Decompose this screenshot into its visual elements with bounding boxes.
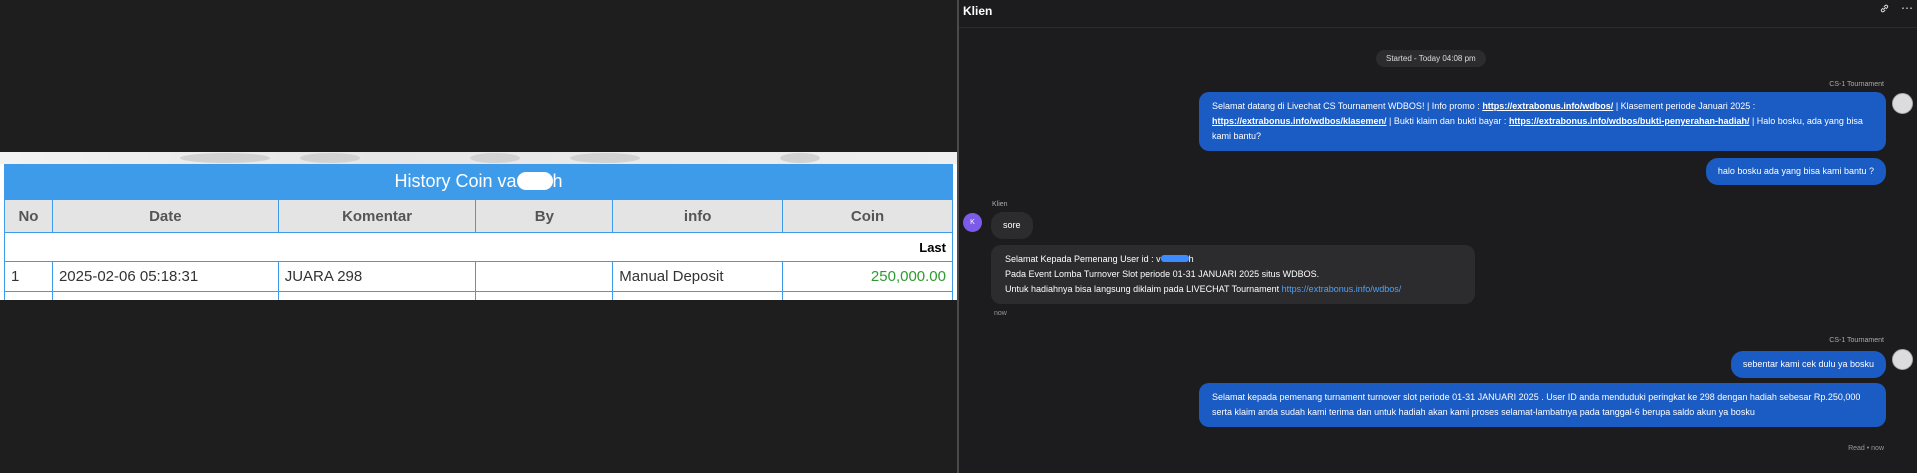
message-text: | Klasement periode Januari 2025 : (1613, 101, 1756, 111)
message-text: Selamat kepada pemenang turnament turnov… (1212, 392, 1861, 417)
chat-title: Klien (963, 4, 993, 18)
subheader-row: Last (4, 232, 953, 262)
message-text: sebentar kami cek dulu ya bosku (1742, 359, 1874, 369)
message-text: Untuk hadiahnya bisa langsung diklaim pa… (1005, 284, 1282, 294)
cell-date: 2025-02-06 05:18:31 (51, 261, 279, 292)
chat-panel: Klien ⋯ Started - Today 04:08 pm CS-1 To… (959, 0, 1917, 473)
map-decoration (570, 153, 640, 163)
cell-info: Manual Deposit (612, 261, 784, 292)
history-title: History Coin va h (4, 164, 953, 199)
session-start-pill: Started - Today 04:08 pm (1376, 50, 1486, 67)
client-name: Klien (992, 201, 1008, 208)
more-icon[interactable]: ⋯ (1901, 1, 1913, 15)
history-coin-panel: History Coin va h No Date Komentar By inf… (0, 152, 957, 300)
column-header-coin[interactable]: Coin (782, 199, 953, 233)
cell-empty (782, 291, 953, 300)
cell-by (475, 261, 614, 292)
livechat-link[interactable]: https://extrabonus.info/wdbos/ (1282, 284, 1402, 294)
chat-message-client: sore (991, 212, 1033, 239)
chat-message-agent: Selamat datang di Livechat CS Tournament… (1199, 92, 1886, 151)
message-text: h (1188, 254, 1194, 264)
map-decoration (470, 153, 520, 163)
chat-message-agent: Selamat kepada pemenang turnament turnov… (1199, 383, 1886, 427)
cell-no: 1 (4, 261, 53, 292)
left-panel: History Coin va h No Date Komentar By inf… (0, 0, 957, 473)
last-label: Last (4, 232, 953, 262)
client-avatar: K (963, 213, 982, 232)
agent-name: CS-1 Tournament (1829, 337, 1884, 344)
column-header-info[interactable]: info (612, 199, 784, 233)
message-text: | Bukti klaim dan bukti bayar : (1386, 116, 1509, 126)
klasemen-link[interactable]: https://extrabonus.info/wdbos/klasemen/ (1212, 116, 1387, 126)
column-header-no[interactable]: No (4, 199, 53, 233)
chat-message-client: Selamat Kepada Pemenang User id : v h Pad… (991, 245, 1475, 304)
redaction-mark (1160, 255, 1189, 262)
bukti-link[interactable]: https://extrabonus.info/wdbos/bukti-peny… (1509, 116, 1750, 126)
redaction-mark (516, 172, 553, 190)
history-table: No Date Komentar By info Coin Last 1 202… (4, 199, 953, 300)
column-header-by[interactable]: By (475, 199, 614, 233)
cell-komentar: JUARA 298 (277, 261, 477, 292)
message-text: sore (1003, 220, 1021, 230)
table-row: 1 2025-02-06 05:18:31 JUARA 298 Manual D… (4, 261, 953, 292)
history-title-tail: h (552, 171, 563, 191)
chat-header: Klien ⋯ (959, 0, 1917, 28)
agent-name: CS-1 Tournament (1829, 81, 1884, 88)
read-status: Read • now (1848, 445, 1884, 452)
map-decoration (180, 153, 270, 163)
agent-avatar (1892, 349, 1913, 370)
message-text: Selamat datang di Livechat CS Tournament… (1212, 101, 1483, 111)
promo-link[interactable]: https://extrabonus.info/wdbos/ (1482, 101, 1613, 111)
cell-empty (475, 291, 614, 300)
cell-empty (277, 291, 477, 300)
message-line: Selamat Kepada Pemenang User id : v h (1005, 252, 1461, 267)
message-line: Pada Event Lomba Turnover Slot periode 0… (1005, 269, 1320, 279)
cell-empty (51, 291, 279, 300)
column-header-komentar[interactable]: Komentar (277, 199, 477, 233)
chat-message-agent: sebentar kami cek dulu ya bosku (1730, 351, 1886, 378)
message-line: Untuk hadiahnya bisa langsung diklaim pa… (1005, 282, 1461, 297)
history-title-text: History Coin va (394, 171, 517, 191)
map-banner (0, 152, 957, 164)
map-decoration (780, 153, 820, 163)
chat-message-agent: halo bosku ada yang bisa kami bantu ? (1705, 158, 1886, 185)
agent-avatar (1892, 93, 1913, 114)
cell-empty (4, 291, 53, 300)
link-icon[interactable] (1879, 3, 1890, 17)
map-decoration (300, 153, 360, 163)
cell-coin: 250,000.00 (782, 261, 953, 292)
column-header-date[interactable]: Date (51, 199, 279, 233)
table-row (4, 291, 953, 300)
message-text: Selamat Kepada Pemenang User id : v (1005, 254, 1161, 264)
message-text: halo bosku ada yang bisa kami bantu ? (1717, 166, 1874, 176)
message-time: now (994, 310, 1007, 317)
cell-empty (612, 291, 784, 300)
screen: History Coin va h No Date Komentar By inf… (0, 0, 1917, 473)
table-header-row: No Date Komentar By info Coin (4, 199, 953, 233)
